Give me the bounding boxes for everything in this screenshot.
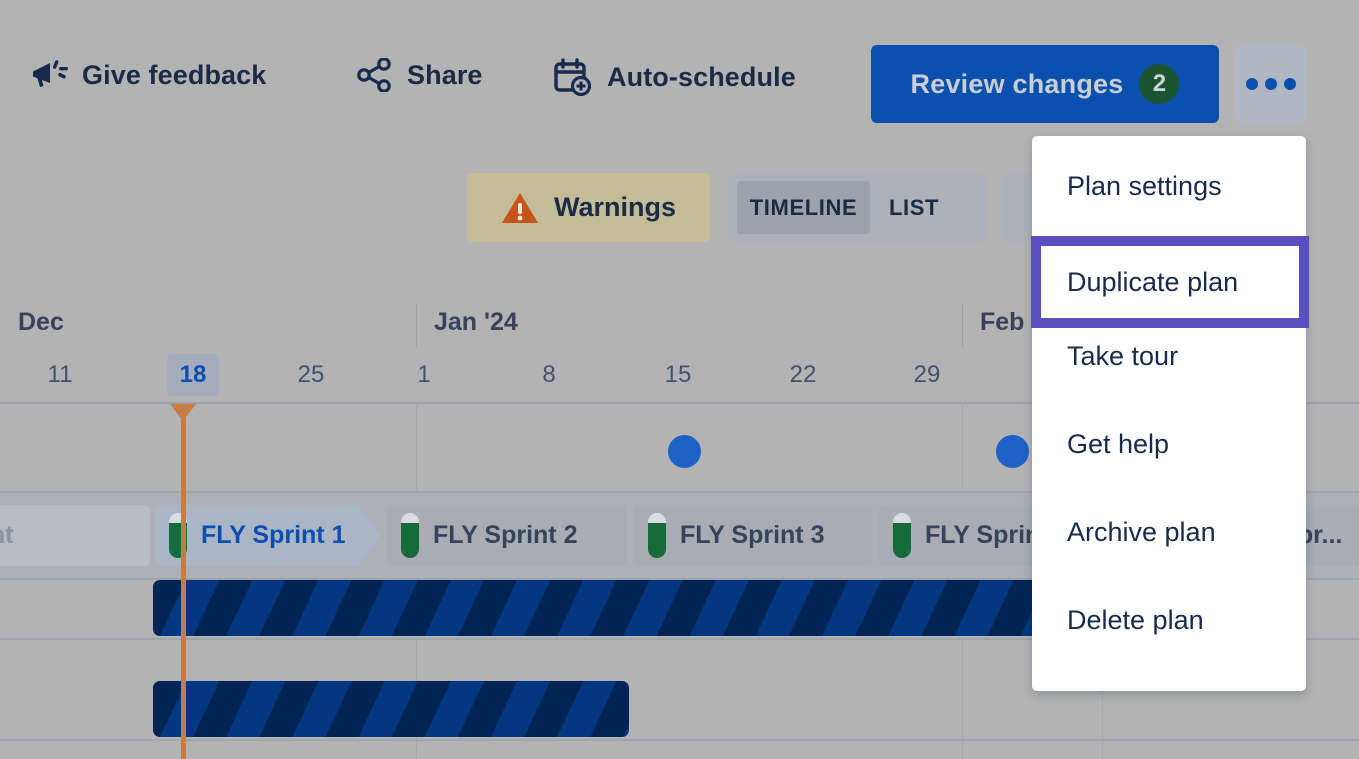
more-horizontal-icon-dot-3 (1284, 78, 1296, 90)
row-divider-4 (0, 739, 1359, 741)
release-marker-dot[interactable] (996, 435, 1029, 468)
warnings-button[interactable]: Warnings (467, 173, 710, 242)
day-tick: 1 (398, 348, 450, 402)
plan-actions-menu: Plan settings Duplicate planTake tourGet … (1032, 136, 1306, 691)
share-icon (357, 58, 393, 92)
auto-schedule-label: Auto-schedule (607, 62, 796, 93)
auto-schedule-button[interactable]: Auto-schedule (553, 58, 796, 96)
warning-triangle-icon (501, 191, 539, 225)
sprint-status-capsule-icon (401, 513, 419, 558)
sprint-pill[interactable]: FLY Sprint 2 (387, 505, 627, 566)
calendar-plus-icon (553, 58, 593, 96)
issue-bar[interactable] (153, 681, 629, 737)
day-tick: 11 (34, 348, 86, 402)
menu-item-take-tour[interactable]: Take tour (1032, 312, 1306, 400)
review-changes-count-badge: 2 (1139, 64, 1179, 104)
day-tick: 8 (523, 348, 575, 402)
sprint-label: FLY Sprint 2 (433, 521, 577, 550)
menu-item-delete-plan[interactable]: Delete plan (1032, 576, 1306, 664)
give-feedback-button[interactable]: Give feedback (30, 58, 266, 92)
view-switcher: TIMELINE LIST (729, 173, 987, 242)
sprint-label: FLY Sprint 3 (680, 521, 824, 550)
warnings-label: Warnings (554, 192, 676, 223)
megaphone-icon (30, 58, 68, 92)
sprint-label: sprint (0, 521, 13, 550)
tab-timeline[interactable]: TIMELINE (737, 181, 870, 234)
release-marker-dot[interactable] (668, 435, 701, 468)
more-horizontal-icon-dot-2 (1265, 78, 1277, 90)
sprint-pill[interactable]: FLY Sprint 1 (155, 505, 380, 566)
tab-list[interactable]: LIST (870, 181, 958, 234)
issue-bar[interactable] (153, 580, 1163, 636)
more-horizontal-icon-dot-1 (1246, 78, 1258, 90)
menu-item-plan-settings[interactable]: Plan settings (1032, 148, 1306, 224)
menu-item-get-help[interactable]: Get help (1032, 400, 1306, 488)
day-tick: 22 (777, 348, 829, 402)
review-changes-button[interactable]: Review changes 2 (871, 45, 1219, 123)
sprint-pill[interactable]: sprint (0, 505, 150, 566)
month-separator (416, 303, 417, 347)
more-actions-button[interactable] (1235, 45, 1306, 123)
share-button[interactable]: Share (357, 58, 483, 92)
share-label: Share (407, 60, 483, 91)
sprint-status-capsule-icon (648, 513, 666, 558)
sprint-status-capsule-icon (893, 513, 911, 558)
day-tick: 15 (652, 348, 704, 402)
day-tick-today: 18 (167, 354, 219, 396)
month-header: Dec (0, 297, 416, 348)
menu-item-archive-plan[interactable]: Archive plan (1032, 488, 1306, 576)
month-header: Jan '24 (416, 297, 962, 348)
top-toolbar: Give feedback Share (0, 0, 1359, 140)
month-label: Feb (962, 308, 1024, 337)
sprint-pill[interactable]: FLY Sprint 3 (634, 505, 872, 566)
sprint-label: FLY Sprint 1 (201, 521, 345, 550)
day-tick: 29 (901, 348, 953, 402)
month-label: Dec (0, 308, 64, 337)
plans-timeline-app: Give feedback Share (0, 0, 1359, 759)
give-feedback-label: Give feedback (82, 60, 266, 91)
review-changes-label: Review changes (911, 69, 1124, 100)
month-separator (962, 303, 963, 347)
month-label: Jan '24 (416, 308, 518, 337)
today-line (181, 405, 186, 759)
menu-item-duplicate-plan[interactable]: Duplicate plan (1041, 246, 1299, 318)
day-tick: 25 (285, 348, 337, 402)
